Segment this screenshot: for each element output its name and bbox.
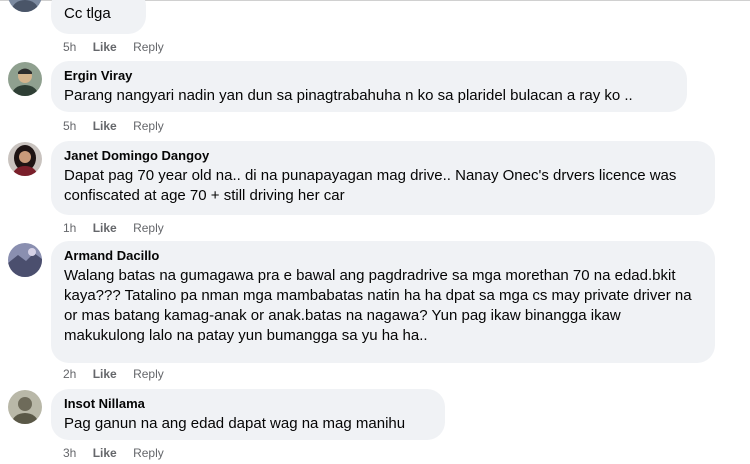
avatar[interactable] [8, 243, 42, 277]
comment-author[interactable]: Janet Domingo Dangoy [64, 148, 702, 164]
comment-bubble: Ergin Viray Parang nangyari nadin yan du… [51, 61, 687, 112]
reply-button[interactable]: Reply [133, 119, 164, 133]
comment-time[interactable]: 5h [63, 119, 76, 133]
comment-time[interactable]: 1h [63, 221, 76, 235]
comment-actions: 5h Like Reply [63, 119, 177, 133]
comment-text: Walang batas na gumagawa pra e bawal ang… [64, 267, 692, 344]
comment-time[interactable]: 3h [63, 446, 76, 460]
comment-actions: 1h Like Reply [63, 221, 177, 235]
comment-actions: 2h Like Reply [63, 367, 177, 381]
comment-author[interactable]: Insot Nillama [64, 396, 432, 412]
comment-bubble: Insot Nillama Pag ganun na ang edad dapa… [51, 389, 445, 440]
avatar[interactable] [8, 0, 42, 12]
comment-bubble: Armand Dacillo Walang batas na gumagawa … [51, 241, 715, 363]
like-button[interactable]: Like [93, 367, 117, 381]
comment-text: Pag ganun na ang edad dapat wag na mag m… [64, 415, 406, 432]
comment-text: Dapat pag 70 year old na.. di na punapay… [64, 167, 677, 204]
comment-text: Parang nangyari nadin yan dun sa pinagtr… [64, 87, 633, 104]
reply-button[interactable]: Reply [133, 40, 164, 54]
comment-author[interactable]: Ergin Viray [64, 68, 674, 84]
avatar[interactable] [8, 62, 42, 96]
reply-button[interactable]: Reply [133, 446, 164, 460]
comment-text: Cc tlga [64, 5, 111, 22]
comment-bubble: Cc tlga [51, 0, 146, 34]
avatar[interactable] [8, 390, 42, 424]
like-button[interactable]: Like [93, 446, 117, 460]
like-button[interactable]: Like [93, 119, 117, 133]
comment-time[interactable]: 5h [63, 40, 76, 54]
comment-actions: 3h Like Reply [63, 446, 177, 460]
like-button[interactable]: Like [93, 40, 117, 54]
comment-author[interactable]: Armand Dacillo [64, 248, 702, 264]
reply-button[interactable]: Reply [133, 367, 164, 381]
comment-actions: 5h Like Reply [63, 40, 177, 54]
like-button[interactable]: Like [93, 221, 117, 235]
comment-bubble: Janet Domingo Dangoy Dapat pag 70 year o… [51, 141, 715, 215]
avatar[interactable] [8, 142, 42, 176]
reply-button[interactable]: Reply [133, 221, 164, 235]
comment-time[interactable]: 2h [63, 367, 76, 381]
